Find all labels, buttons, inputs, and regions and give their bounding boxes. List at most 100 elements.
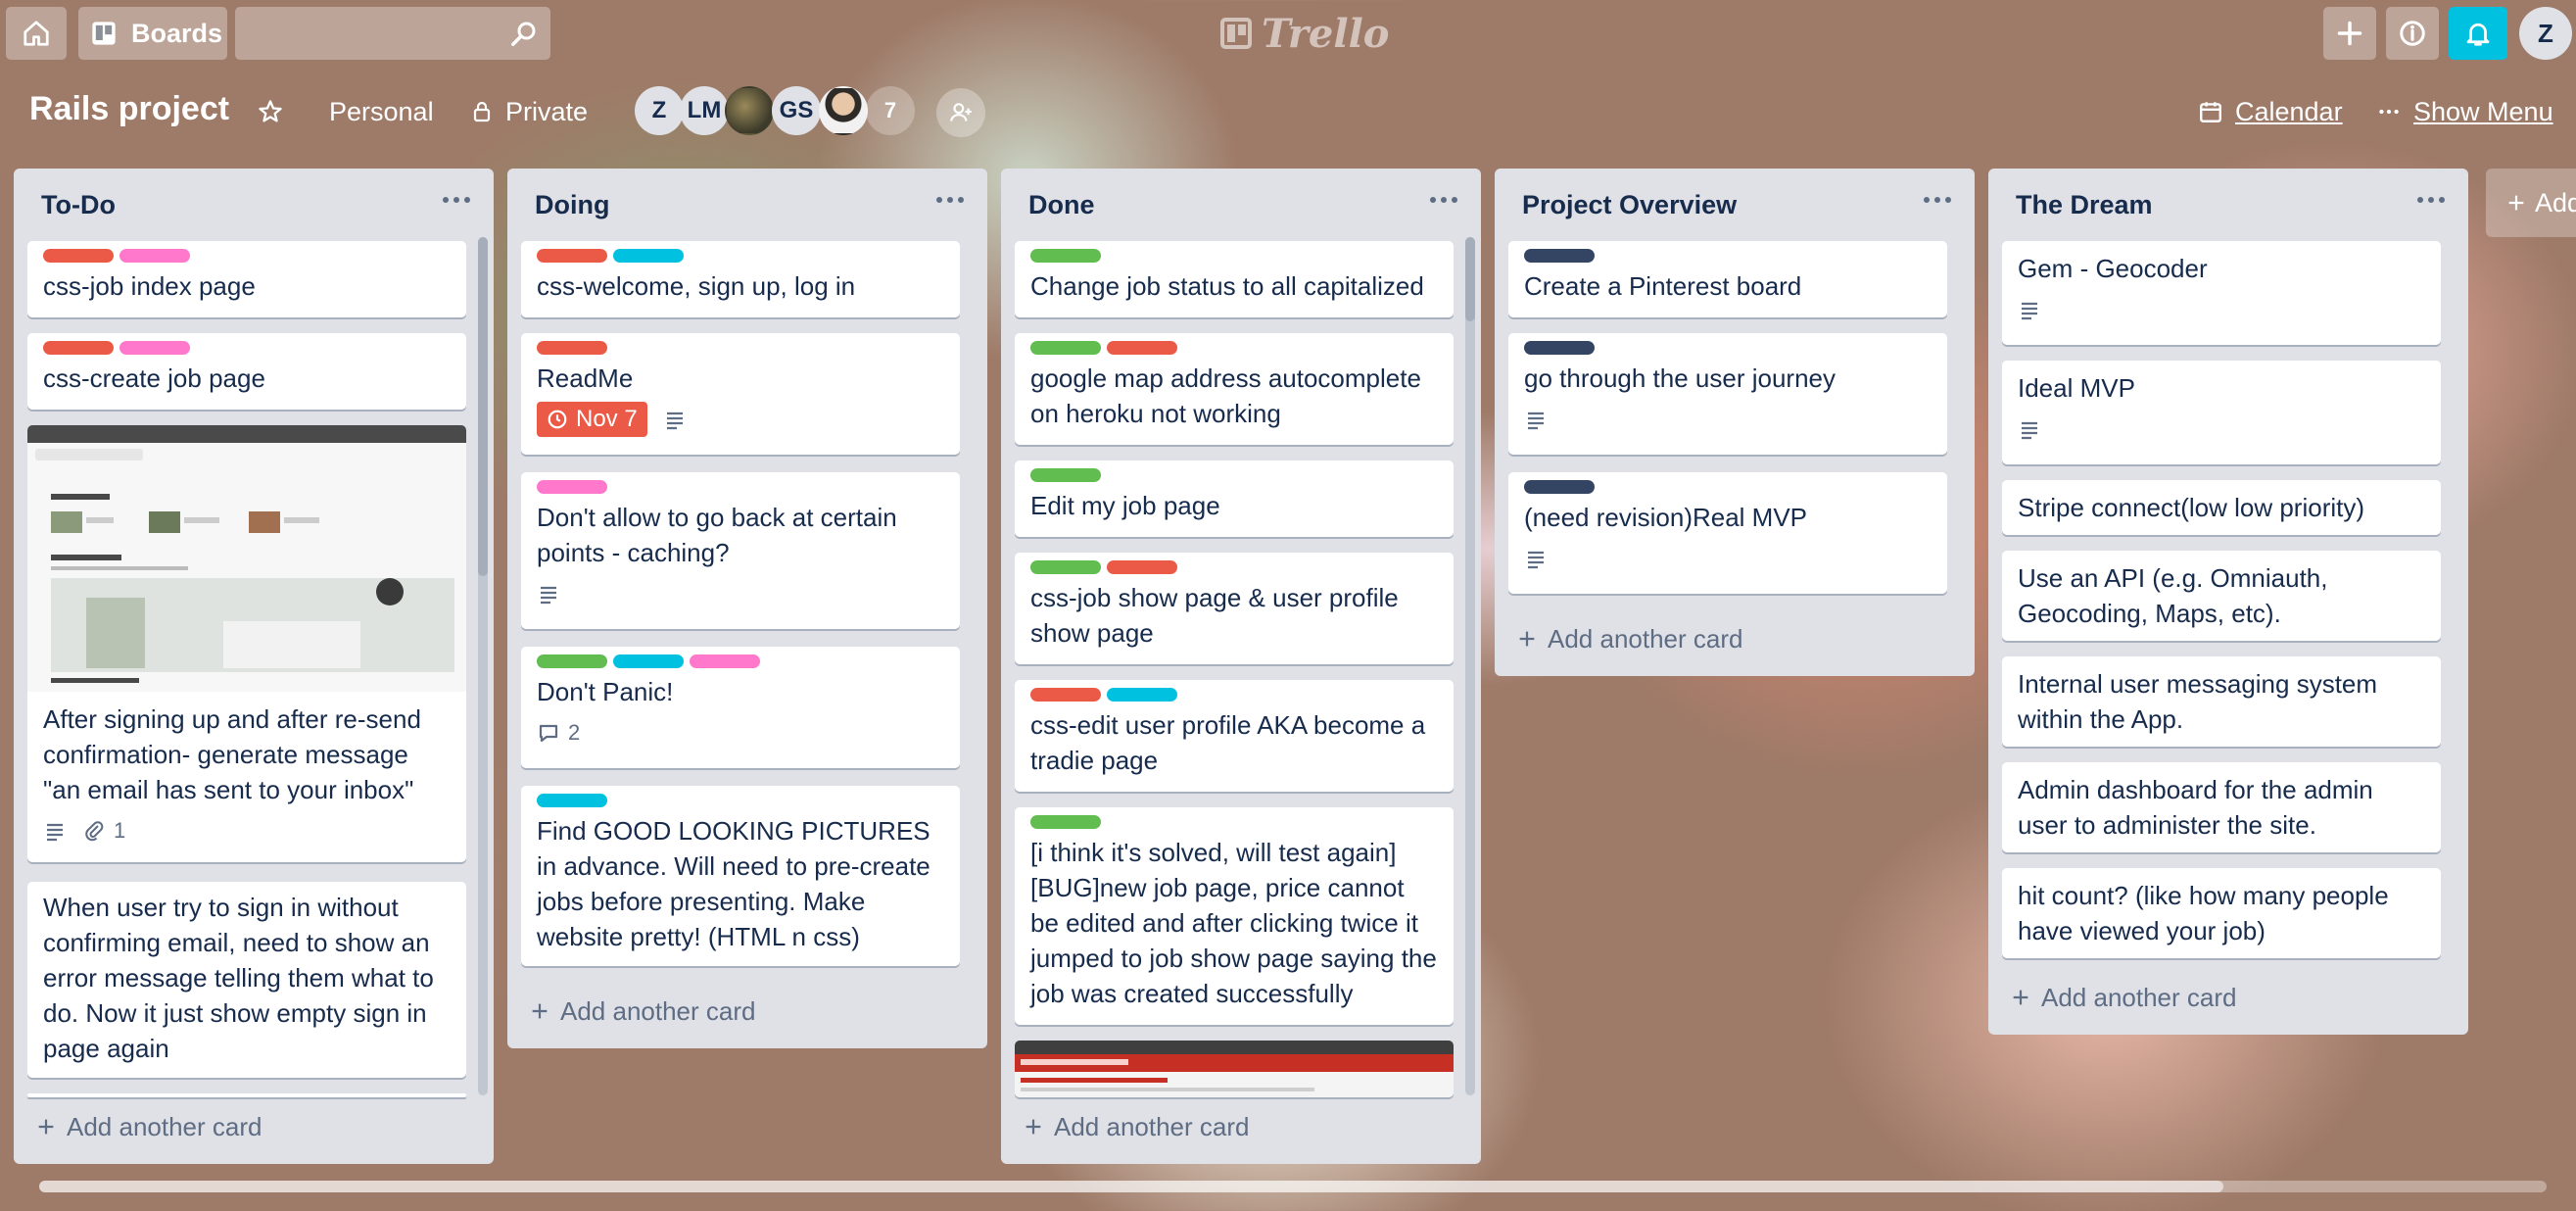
board-title[interactable]: Rails project	[29, 90, 229, 128]
list-menu-button[interactable]	[1918, 182, 1957, 218]
list-scrollbar[interactable]	[1465, 237, 1475, 1095]
list-menu-button[interactable]	[1424, 182, 1463, 218]
card[interactable]: Stripe connect(low low priority)	[2002, 480, 2441, 535]
card-title: css-create job page	[43, 363, 265, 393]
due-date-badge[interactable]: Nov 7	[537, 402, 647, 437]
card[interactable]: Gem - Geocoder	[2002, 241, 2441, 345]
more-members-badge[interactable]: 7	[866, 86, 915, 135]
add-card-button[interactable]: Add another card	[1508, 615, 1742, 662]
description-icon	[2022, 421, 2037, 440]
board-scrollbar[interactable]	[39, 1181, 2547, 1192]
card[interactable]: css-create job page	[27, 333, 466, 410]
description-badge	[43, 819, 67, 843]
card-title: hit count? (like how many people have vi…	[2018, 881, 2389, 945]
bell-icon	[2466, 23, 2490, 46]
card[interactable]: Don't allow to go back at certain points…	[521, 472, 960, 629]
label-green	[1030, 468, 1101, 482]
card[interactable]: google map address autocomplete on herok…	[1015, 333, 1454, 445]
card[interactable]: Use an API (e.g. Omniauth, Geocoding, Ma…	[2002, 551, 2441, 641]
card[interactable]: Ideal MVP	[2002, 361, 2441, 464]
add-card-button[interactable]: Add another card	[521, 988, 755, 1035]
label-red	[43, 249, 114, 263]
list-doing: Doing css-welcome, sign up, log in ReadM…	[507, 169, 987, 1048]
add-card-button[interactable]: Add another card	[27, 1103, 262, 1150]
board-scrollbar-thumb[interactable]	[39, 1181, 2223, 1192]
card[interactable]: Change job status to all capitalized	[1015, 241, 1454, 317]
notifications-button[interactable]	[2449, 7, 2507, 60]
card[interactable]: css-welcome, sign up, log in	[521, 241, 960, 317]
member-avatar[interactable]	[725, 86, 774, 135]
add-card-button[interactable]: Add another card	[2002, 974, 2236, 1021]
home-icon	[24, 21, 49, 46]
label-black	[1524, 341, 1595, 355]
card[interactable]: [i think it's solved, will test again][B…	[1015, 807, 1454, 1025]
label-black	[1524, 480, 1595, 494]
description-badge	[663, 408, 687, 431]
calendar-button[interactable]: Calendar	[2198, 88, 2343, 135]
list-title[interactable]: The Dream	[2016, 190, 2153, 220]
card[interactable]: css-job show page & user profile show pa…	[1015, 553, 1454, 664]
card[interactable]	[27, 1093, 466, 1097]
description-badge	[1524, 408, 1548, 431]
card[interactable]: go through the user journey	[1508, 333, 1947, 455]
list-title[interactable]: Doing	[535, 190, 609, 220]
list-scrollbar[interactable]	[478, 237, 488, 1095]
card[interactable]: Don't Panic! 2	[521, 647, 960, 768]
card[interactable]	[1015, 1041, 1454, 1097]
label-red	[1030, 688, 1101, 702]
card[interactable]: Edit my job page	[1015, 460, 1454, 537]
trello-logo[interactable]: Trello	[1220, 8, 1389, 59]
search-icon[interactable]	[509, 19, 539, 48]
member-avatar[interactable]: LM	[680, 86, 729, 135]
card[interactable]: css-edit user profile AKA become a tradi…	[1015, 680, 1454, 792]
card-title: Admin dashboard for the admin user to ad…	[2018, 775, 2373, 840]
member-avatar[interactable]: Z	[635, 86, 684, 135]
list-header: Done	[1001, 169, 1481, 237]
list-title[interactable]: To-Do	[41, 190, 116, 220]
card[interactable]: Find GOOD LOOKING PICTURES in advance. W…	[521, 786, 960, 966]
star-button[interactable]	[257, 88, 284, 135]
label-sky	[1107, 688, 1177, 702]
list-menu-button[interactable]	[437, 182, 476, 218]
visibility-button[interactable]: Private	[470, 88, 588, 135]
label-red	[1107, 560, 1177, 574]
card[interactable]: Admin dashboard for the admin user to ad…	[2002, 762, 2441, 852]
search-input[interactable]	[235, 7, 490, 60]
boards-button[interactable]: Boards	[78, 7, 227, 60]
info-button[interactable]	[2386, 7, 2439, 60]
airbnb-screenshot-image	[27, 425, 466, 692]
card[interactable]: Internal user messaging system within th…	[2002, 656, 2441, 747]
card[interactable]: After signing up and after re-send confi…	[27, 425, 466, 862]
member-avatar[interactable]: GS	[772, 86, 821, 135]
list-header: The Dream	[1988, 169, 2468, 237]
add-card-button[interactable]: Add another card	[1015, 1103, 1249, 1150]
user-avatar[interactable]: Z	[2519, 7, 2572, 60]
card[interactable]: (need revision)Real MVP	[1508, 472, 1947, 594]
label-red	[537, 249, 607, 263]
card-title: After signing up and after re-send confi…	[43, 704, 421, 804]
card[interactable]: ReadMe Nov 7	[521, 333, 960, 455]
list-menu-icon	[1924, 197, 1930, 203]
list-title[interactable]: Done	[1028, 190, 1095, 220]
card[interactable]: css-job index page	[27, 241, 466, 317]
search-field[interactable]	[235, 7, 550, 60]
card[interactable]: When user try to sign in without confirm…	[27, 882, 466, 1078]
list-menu-button[interactable]	[930, 182, 970, 218]
card[interactable]: Create a Pinterest board	[1508, 241, 1947, 317]
show-menu-button[interactable]: Show Menu	[2376, 88, 2553, 135]
list-menu-button[interactable]	[2411, 182, 2451, 218]
card[interactable]: hit count? (like how many people have vi…	[2002, 868, 2441, 958]
add-card-label: Add another card	[560, 995, 756, 1026]
list-todo: To-Do css-job index page css-create job …	[14, 169, 494, 1164]
create-button[interactable]	[2323, 7, 2376, 60]
list-title[interactable]: Project Overview	[1522, 190, 1737, 220]
member-avatar[interactable]	[819, 86, 868, 135]
board-header: Rails project Personal Private Z LM GS 7…	[0, 80, 2576, 145]
card-title: When user try to sign in without confirm…	[43, 893, 434, 1063]
card-title: [i think it's solved, will test again][B…	[1030, 838, 1437, 1008]
team-button[interactable]: Personal	[329, 88, 434, 135]
home-button[interactable]	[6, 7, 67, 60]
list-project-overview: Project Overview Create a Pinterest boar…	[1495, 169, 1975, 676]
add-list-button[interactable]: Add	[2486, 169, 2576, 237]
invite-button[interactable]	[936, 88, 985, 137]
